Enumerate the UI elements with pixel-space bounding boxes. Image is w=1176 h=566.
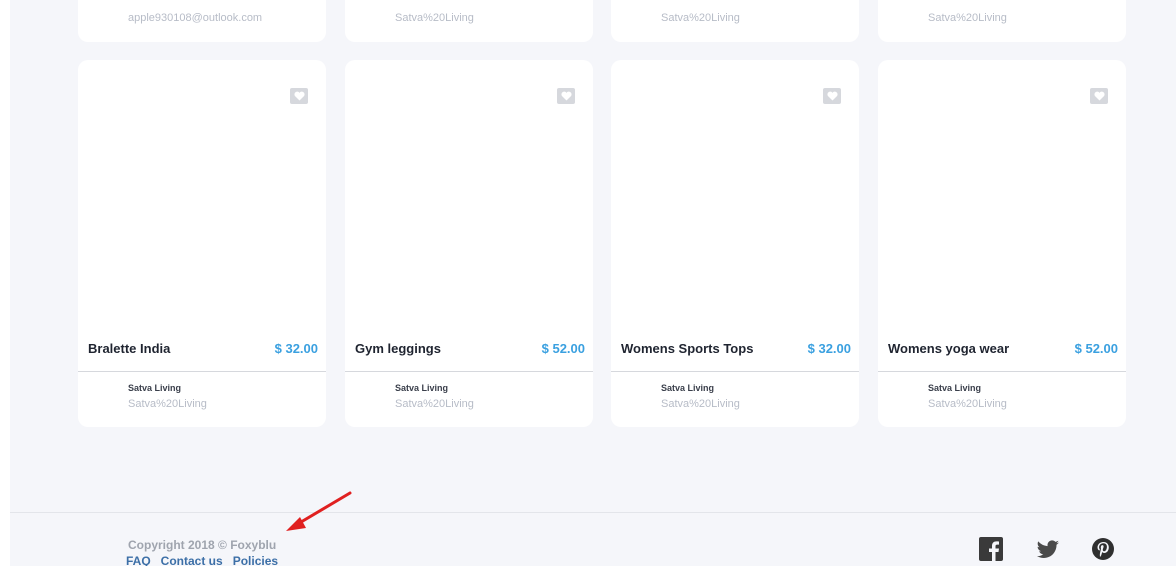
product-name[interactable]: Gym leggings (355, 341, 441, 356)
twitter-icon[interactable] (1036, 537, 1060, 561)
product-price: $ 32.00 (274, 341, 318, 356)
copyright-text: Copyright 2018 © Foxyblu (128, 538, 277, 552)
product-card-partial[interactable]: apple930108@outlook.com (78, 0, 326, 42)
policies-link[interactable]: Policies (233, 554, 278, 566)
product-price: $ 52.00 (541, 341, 585, 356)
pinterest-icon[interactable] (1091, 537, 1115, 561)
seller-url: Satva%20Living (928, 398, 1007, 410)
footer-links: FAQ Contact us Policies (126, 554, 278, 566)
favorite-heart-icon[interactable] (557, 88, 575, 104)
seller-name[interactable]: Satva Living (395, 383, 448, 393)
favorite-heart-icon[interactable] (290, 88, 308, 104)
faq-link[interactable]: FAQ (126, 554, 151, 566)
favorite-heart-icon[interactable] (1090, 88, 1108, 104)
seller-name[interactable]: Satva Living (128, 383, 181, 393)
seller-url: Satva%20Living (661, 12, 740, 24)
product-price: $ 52.00 (1074, 341, 1118, 356)
contact-us-link[interactable]: Contact us (161, 554, 223, 566)
page-content: apple930108@outlook.com Satva%20Living S… (10, 0, 1176, 566)
seller-name[interactable]: Satva Living (928, 383, 981, 393)
product-price: $ 32.00 (807, 341, 851, 356)
seller-url: Satva%20Living (395, 398, 474, 410)
product-card[interactable]: Bralette India $ 32.00 Satva Living Satv… (78, 60, 326, 427)
product-card[interactable]: Womens Sports Tops $ 32.00 Satva Living … (611, 60, 859, 427)
divider (345, 371, 593, 372)
favorite-heart-icon[interactable] (823, 88, 841, 104)
product-name[interactable]: Bralette India (88, 341, 170, 356)
seller-url: Satva%20Living (928, 12, 1007, 24)
seller-url: Satva%20Living (128, 398, 207, 410)
facebook-icon[interactable] (979, 537, 1003, 561)
product-card-partial[interactable]: Satva%20Living (878, 0, 1126, 42)
seller-url: Satva%20Living (395, 12, 474, 24)
seller-name[interactable]: Satva Living (661, 383, 714, 393)
product-name[interactable]: Womens Sports Tops (621, 341, 753, 356)
annotation-arrow-icon (286, 491, 352, 531)
seller-url: Satva%20Living (661, 398, 740, 410)
seller-url: apple930108@outlook.com (128, 12, 263, 24)
product-name[interactable]: Womens yoga wear (888, 341, 1009, 356)
divider (78, 371, 326, 372)
product-card[interactable]: Womens yoga wear $ 52.00 Satva Living Sa… (878, 60, 1126, 427)
product-card-partial[interactable]: Satva%20Living (345, 0, 593, 42)
divider (611, 371, 859, 372)
product-card-partial[interactable]: Satva%20Living (611, 0, 859, 42)
product-card[interactable]: Gym leggings $ 52.00 Satva Living Satva%… (345, 60, 593, 427)
site-footer: Copyright 2018 © Foxyblu FAQ Contact us … (10, 512, 1176, 566)
divider (878, 371, 1126, 372)
